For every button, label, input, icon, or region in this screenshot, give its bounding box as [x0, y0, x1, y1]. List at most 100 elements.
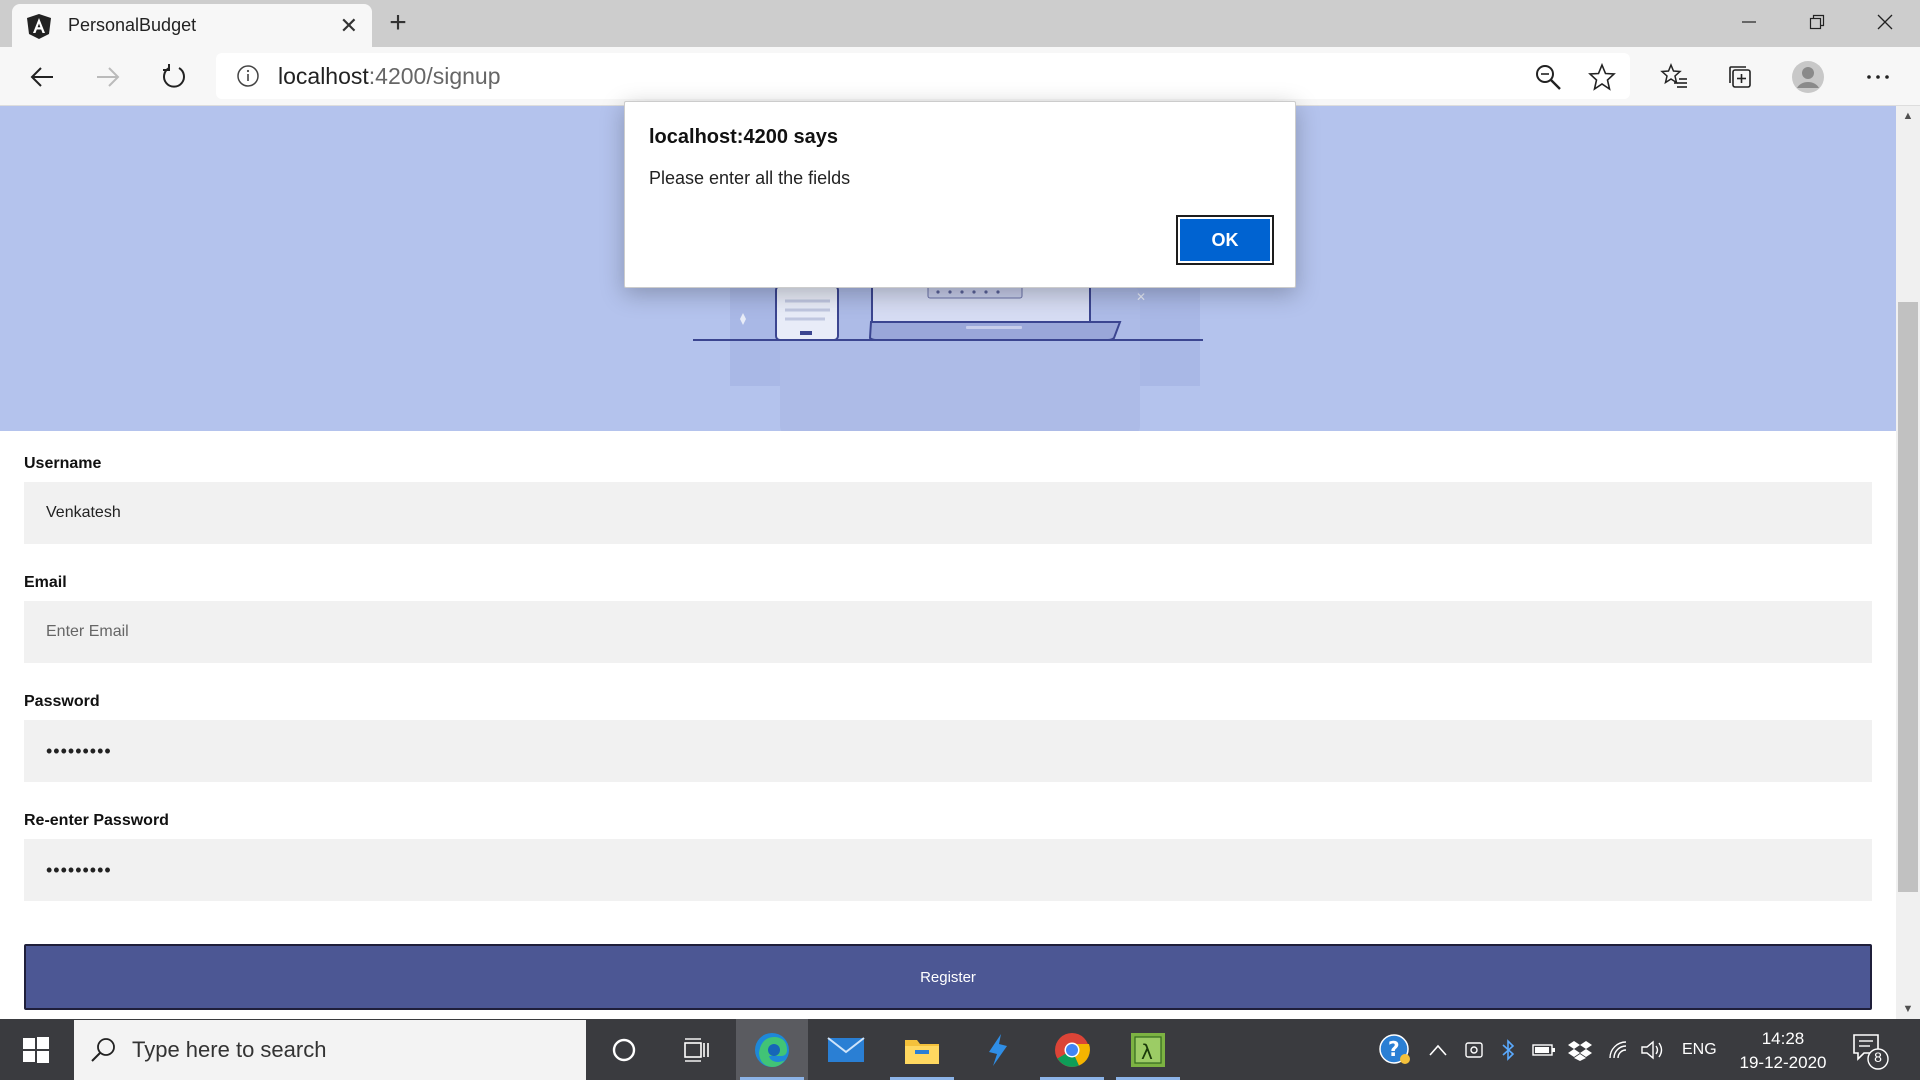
forward-arrow-icon	[97, 67, 120, 87]
scroll-down-arrow-icon[interactable]: ▼	[1896, 999, 1920, 1019]
taskbar-terminal-app[interactable]: λ	[1112, 1019, 1184, 1080]
collections-button[interactable]	[1722, 59, 1758, 95]
page-scrollbar[interactable]: ▲ ▼	[1896, 106, 1920, 1019]
cortana-button[interactable]	[588, 1019, 660, 1080]
signup-form: Username Venkatesh Email Enter Email Pas…	[24, 431, 1872, 901]
restore-button[interactable]	[1784, 0, 1850, 44]
svg-text:λ: λ	[1141, 1040, 1153, 1064]
edge-browser-icon	[755, 1032, 789, 1067]
action-center-button[interactable]: 8	[1850, 1031, 1890, 1071]
taskbar-edge[interactable]	[736, 1019, 808, 1080]
browser-tab[interactable]: PersonalBudget ✕	[12, 4, 372, 47]
dialog-message: Please enter all the fields	[649, 168, 851, 188]
tab-strip: PersonalBudget ✕ +	[0, 0, 1920, 47]
dropbox-tray[interactable]	[1568, 1019, 1592, 1080]
zoom-magnifier-icon	[1536, 65, 1561, 90]
start-button[interactable]	[0, 1019, 72, 1080]
visual-studio-icon	[989, 1033, 1007, 1066]
wifi-icon	[1609, 1040, 1627, 1058]
taskbar-vs-code[interactable]	[962, 1019, 1034, 1080]
meet-now-tray[interactable]	[1464, 1019, 1484, 1080]
forward-button[interactable]	[88, 57, 128, 97]
chrome-icon	[1055, 1032, 1090, 1067]
star-icon	[1588, 63, 1616, 91]
wifi-tray[interactable]	[1608, 1019, 1630, 1080]
taskbar-chrome[interactable]	[1036, 1019, 1108, 1080]
email-label: Email	[24, 574, 67, 591]
username-label: Username	[24, 455, 102, 472]
windows-taskbar: Type here to search λ ? ENG 14:28 19-12-…	[0, 1019, 1920, 1080]
bluetooth-icon	[1502, 1038, 1515, 1061]
collections-icon	[1729, 66, 1751, 88]
settings-more-button[interactable]	[1860, 59, 1896, 95]
reenter-password-input[interactable]: •••••••••	[24, 839, 1872, 901]
taskbar-file-explorer[interactable]	[886, 1019, 958, 1080]
task-view-button[interactable]	[660, 1019, 732, 1080]
system-clock[interactable]: 14:28 19-12-2020	[1730, 1027, 1836, 1075]
zoom-button[interactable]	[1530, 59, 1566, 95]
volume-tray[interactable]	[1640, 1019, 1664, 1080]
svg-text:?: ?	[1388, 1037, 1400, 1061]
register-button[interactable]: Register	[24, 944, 1872, 1010]
tab-title: PersonalBudget	[68, 15, 197, 35]
help-icon: ?	[1379, 1033, 1410, 1064]
dialog-title: localhost:4200 says	[649, 126, 838, 148]
back-button[interactable]	[22, 57, 62, 97]
username-input[interactable]: Venkatesh	[24, 482, 1872, 544]
password-label: Password	[24, 693, 100, 710]
back-arrow-icon	[30, 67, 53, 87]
notification-count: 8	[1874, 1049, 1882, 1065]
windows-logo-icon	[23, 1036, 49, 1063]
speaker-icon	[1641, 1040, 1663, 1059]
language-indicator[interactable]: ENG	[1682, 1019, 1717, 1080]
taskbar-mail[interactable]	[810, 1019, 882, 1080]
profile-button[interactable]	[1790, 59, 1826, 95]
show-hidden-icons-button[interactable]	[1428, 1019, 1448, 1080]
alert-dialog: localhost:4200 says Please enter all the…	[624, 101, 1296, 288]
new-tab-button[interactable]: +	[380, 6, 416, 42]
browser-toolbar: localhost:4200/signup	[0, 47, 1920, 106]
info-icon[interactable]	[236, 64, 260, 88]
favorites-list-icon	[1660, 63, 1687, 88]
password-input[interactable]: •••••••••	[24, 720, 1872, 782]
mail-icon	[827, 1036, 865, 1062]
clock-date: 19-12-2020	[1739, 1053, 1827, 1072]
search-icon	[91, 1038, 115, 1062]
close-icon	[1877, 14, 1893, 30]
minimize-button[interactable]	[1716, 0, 1782, 44]
lambda-app-icon: λ	[1131, 1032, 1165, 1067]
address-bar[interactable]: localhost:4200/signup	[216, 53, 1630, 99]
more-dots-icon	[1867, 75, 1889, 79]
favorite-star-button[interactable]	[1584, 59, 1620, 95]
help-tray-icon[interactable]: ?	[1378, 1019, 1412, 1080]
scroll-up-arrow-icon[interactable]: ▲	[1896, 106, 1920, 126]
taskbar-search-box[interactable]: Type here to search	[74, 1020, 586, 1080]
task-view-icon	[684, 1037, 709, 1062]
url-path: :4200/signup	[368, 62, 501, 89]
refresh-icon	[163, 64, 185, 88]
url-host: localhost	[278, 62, 369, 89]
folder-icon	[905, 1039, 939, 1064]
cortana-circle-icon	[612, 1038, 636, 1061]
angular-logo-icon	[27, 13, 51, 39]
ok-button[interactable]: OK	[1176, 215, 1274, 265]
search-placeholder: Type here to search	[132, 1037, 327, 1062]
notification-icon	[1853, 1034, 1889, 1070]
refresh-button[interactable]	[154, 57, 194, 97]
battery-tray[interactable]	[1532, 1019, 1556, 1080]
tab-close-icon[interactable]: ✕	[340, 13, 358, 39]
svg-text:✕: ✕	[1136, 290, 1146, 304]
clock-time: 14:28	[1761, 1029, 1805, 1048]
favorites-button[interactable]	[1656, 59, 1692, 95]
battery-icon	[1532, 1043, 1555, 1056]
close-window-button[interactable]	[1852, 0, 1918, 44]
reenter-password-label: Re-enter Password	[24, 812, 169, 829]
url-text[interactable]: localhost:4200/signup	[278, 63, 501, 90]
dropbox-icon	[1568, 1040, 1592, 1061]
avatar-icon	[1792, 61, 1824, 93]
chevron-up-icon	[1429, 1044, 1447, 1056]
email-input[interactable]: Enter Email	[24, 601, 1872, 663]
bluetooth-tray[interactable]	[1500, 1019, 1516, 1080]
camera-icon	[1465, 1041, 1483, 1058]
scrollbar-thumb[interactable]	[1898, 302, 1918, 892]
